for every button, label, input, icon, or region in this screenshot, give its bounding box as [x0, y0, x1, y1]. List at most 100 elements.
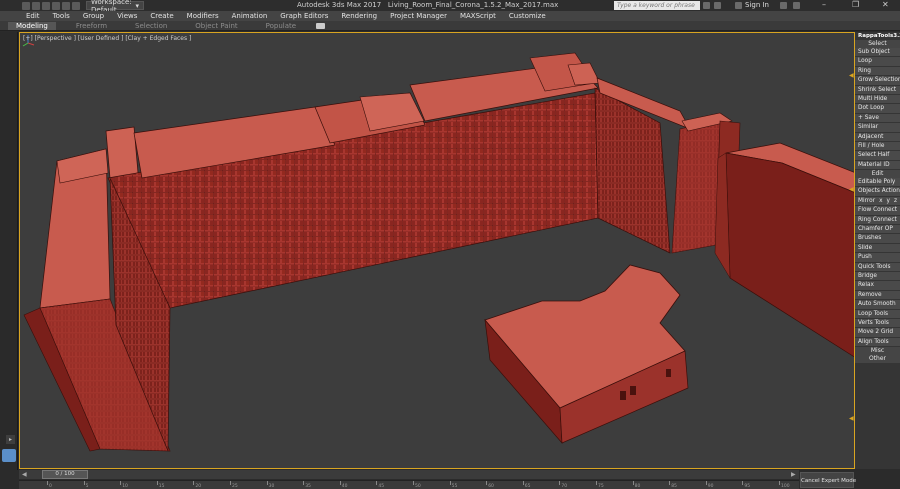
minimize-icon[interactable]: –: [822, 0, 826, 9]
section-select[interactable]: Select: [855, 40, 900, 48]
scene-explorer-icon[interactable]: [2, 449, 16, 462]
ribbon-toggle-icon[interactable]: [316, 22, 326, 29]
bridge-button[interactable]: Bridge: [855, 271, 900, 282]
sub-object-button[interactable]: Sub Object: [855, 48, 900, 58]
time-slider-handle[interactable]: 0 / 100: [42, 470, 88, 479]
adjacent-button[interactable]: Adjacent: [855, 132, 900, 142]
chamfer-op-button[interactable]: Chamfer OP: [855, 225, 900, 235]
menu-edit[interactable]: Edit: [26, 12, 40, 20]
dot-loop-button[interactable]: Dot Loop: [855, 104, 900, 114]
mirror-z-button[interactable]: z: [894, 197, 897, 205]
perspective-viewport[interactable]: [+] [Perspective ] [User Defined ] [Clay…: [19, 32, 855, 469]
push-button[interactable]: Push: [855, 253, 900, 263]
close-icon[interactable]: ✕: [882, 0, 889, 9]
menu-create[interactable]: Create: [150, 12, 173, 20]
timeline-tick: [486, 481, 488, 485]
tab-selection[interactable]: Selection: [127, 22, 175, 30]
cancel-expert-mode-button[interactable]: Cancel Expert Mode: [800, 472, 856, 488]
ring-button[interactable]: Ring: [855, 66, 900, 77]
editable-poly-button[interactable]: Editable Poly: [855, 178, 900, 188]
favorites-icon[interactable]: [714, 2, 721, 9]
timeline-tick: [705, 481, 707, 485]
timeline-tick-label: 30: [268, 484, 275, 489]
auto-smooth-button[interactable]: Auto Smooth: [855, 300, 900, 310]
select-half-button[interactable]: Select Half: [855, 151, 900, 161]
user-icon[interactable]: [735, 2, 742, 9]
menu-rendering[interactable]: Rendering: [341, 12, 377, 20]
sign-in-link[interactable]: Sign In: [745, 1, 769, 9]
viewport-label[interactable]: [+] [Perspective ] [User Defined ] [Clay…: [23, 35, 191, 42]
menu-views[interactable]: Views: [117, 12, 137, 20]
workspace-dropdown[interactable]: Workspace: Default ▾: [86, 0, 144, 14]
align-tools-button[interactable]: Align Tools: [855, 337, 900, 348]
timeline-tick-label: 80: [634, 484, 641, 489]
time-slider[interactable]: ◀ 0 / 100 ▶: [19, 470, 799, 479]
prev-frame-icon[interactable]: ◀: [22, 471, 27, 478]
section-edit[interactable]: Edit: [855, 170, 900, 179]
menu-modifiers[interactable]: Modifiers: [187, 12, 219, 20]
menu-animation[interactable]: Animation: [232, 12, 268, 20]
ring-connect-button[interactable]: Ring Connect: [855, 215, 900, 226]
verts-tools-button[interactable]: Verts Tools: [855, 318, 900, 329]
exchange-icon[interactable]: [780, 2, 787, 9]
tab-freeform[interactable]: Freeform: [68, 22, 115, 30]
search-icon[interactable]: [703, 2, 710, 9]
file-name: Living_Room_Final_Corona_1.5.2_Max_2017.…: [387, 1, 559, 9]
track-bar[interactable]: 0 5 10 15 20 25 30 35 40 45 50 55 60 65 70 75 80 85 90 95 10…: [19, 480, 799, 489]
timeline-tick: [413, 481, 414, 485]
help-icon[interactable]: [793, 2, 800, 9]
save-file-icon[interactable]: [42, 1, 50, 10]
menu-graph-editors[interactable]: Graph Editors: [280, 12, 328, 20]
app-name: Autodesk 3ds Max 2017: [297, 1, 382, 9]
timeline-tick: [522, 481, 524, 485]
move-2-grid-button[interactable]: Move 2 Grid: [855, 328, 900, 338]
remove-button[interactable]: Remove: [855, 290, 900, 301]
search-input[interactable]: Type a keyword or phrase: [614, 1, 700, 10]
timeline-tick: [47, 481, 48, 485]
timeline-tick: [120, 481, 122, 485]
similar-button[interactable]: Similar: [855, 123, 900, 133]
multi-hide-button[interactable]: Multi Hide: [855, 94, 900, 105]
relax-button[interactable]: Relax: [855, 281, 900, 291]
material-id-button[interactable]: Material ID: [855, 160, 900, 171]
fill-hole-button[interactable]: Fill / Hole: [855, 141, 900, 152]
tab-object-paint[interactable]: Object Paint: [187, 22, 245, 30]
restore-icon[interactable]: ❐: [852, 0, 859, 9]
mirror-label: Mirror: [858, 197, 876, 204]
brushes-button[interactable]: Brushes: [855, 234, 900, 244]
tab-populate[interactable]: Populate: [258, 22, 304, 30]
open-file-icon[interactable]: [32, 1, 40, 10]
menu-tools[interactable]: Tools: [53, 12, 70, 20]
redo-icon[interactable]: [62, 1, 70, 10]
undo-icon[interactable]: [52, 1, 60, 10]
section-other[interactable]: Other: [855, 355, 900, 364]
section-misc[interactable]: Misc: [855, 347, 900, 356]
menu-bar: Edit Tools Group Views Create Modifiers …: [0, 11, 900, 21]
menu-customize[interactable]: Customize: [509, 12, 546, 20]
menu-project-manager[interactable]: Project Manager: [390, 12, 447, 20]
expand-arrow-icon[interactable]: ▸: [6, 435, 15, 444]
quick-tools-button[interactable]: Quick Tools: [855, 262, 900, 272]
loop-tools-button[interactable]: Loop Tools: [855, 309, 900, 319]
grow-selection-button[interactable]: Grow Selection: [855, 76, 900, 86]
timeline-tick-label: 75: [598, 484, 604, 489]
slide-button[interactable]: Slide: [855, 243, 900, 254]
new-file-icon[interactable]: [22, 1, 30, 10]
project-folder-icon[interactable]: [72, 1, 80, 10]
menu-group[interactable]: Group: [83, 12, 104, 20]
save-selection-button[interactable]: + Save: [855, 113, 900, 124]
rappatools-panel: RappaTools3.31 Select Sub Object Loop Ri…: [855, 32, 900, 469]
timeline-tick-label: 65: [524, 484, 531, 489]
mirror-y-button[interactable]: y: [887, 197, 890, 205]
shrink-select-button[interactable]: Shrink Select: [855, 85, 900, 95]
timeline-tick-label: 50: [415, 484, 421, 489]
flow-connect-button[interactable]: Flow Connect: [855, 206, 900, 216]
objects-actions-button[interactable]: Objects Actions: [855, 187, 900, 197]
menu-maxscript[interactable]: MAXScript: [460, 12, 496, 20]
timeline-tick-label: 45: [378, 484, 385, 489]
timeline-tick: [779, 481, 780, 485]
next-frame-icon[interactable]: ▶: [791, 471, 796, 478]
mirror-x-button[interactable]: x: [879, 197, 882, 205]
tab-modeling[interactable]: Modeling: [8, 21, 56, 30]
loop-button[interactable]: Loop: [855, 57, 900, 67]
